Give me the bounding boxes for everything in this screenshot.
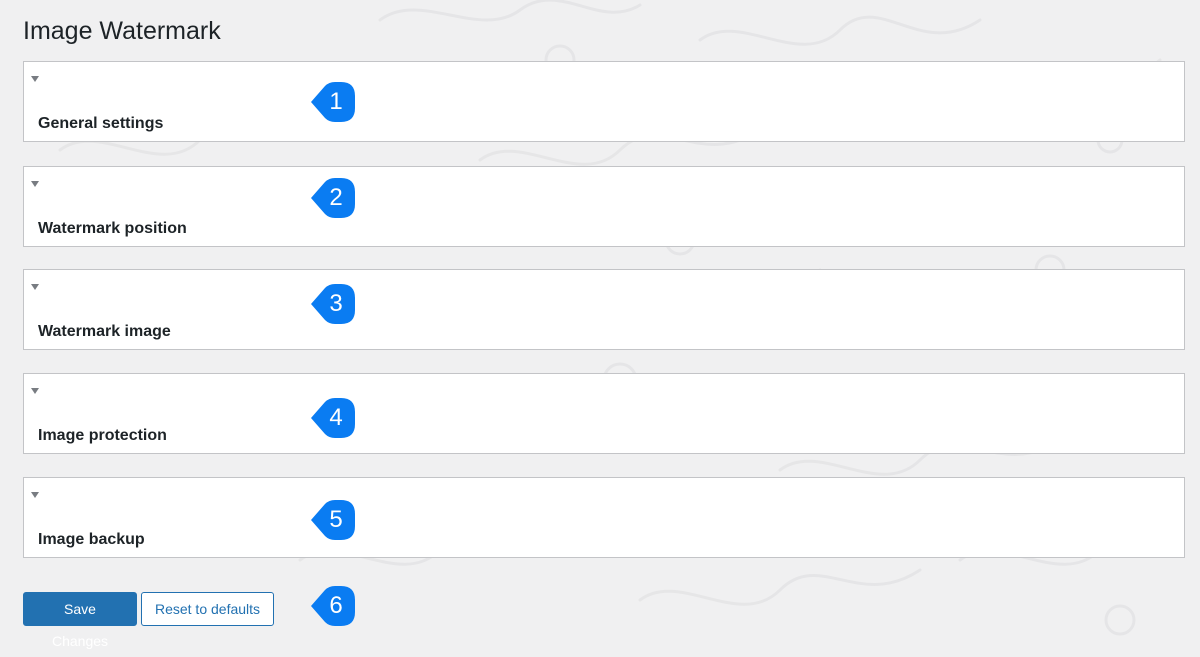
marker-badge-4: 4	[309, 398, 355, 438]
triangle-down-icon[interactable]	[31, 76, 39, 82]
badge-number: 5	[329, 506, 343, 533]
section-watermark-image: Watermark image	[23, 269, 1185, 350]
marker-badge-5: 5	[309, 500, 355, 540]
section-image-backup: Image backup	[23, 477, 1185, 558]
badge-number: 6	[329, 592, 343, 619]
badge-number: 4	[329, 404, 343, 431]
section-title[interactable]: Watermark position	[38, 219, 187, 239]
section-watermark-position: Watermark position	[23, 166, 1185, 247]
triangle-down-icon[interactable]	[31, 492, 39, 498]
section-title[interactable]: Image backup	[38, 530, 145, 550]
triangle-down-icon[interactable]	[31, 388, 39, 394]
badge-number: 3	[329, 290, 343, 317]
marker-badge-6: 6	[309, 586, 355, 626]
triangle-down-icon[interactable]	[31, 181, 39, 187]
marker-badge-2: 2	[309, 178, 355, 218]
marker-badge-1: 1	[309, 82, 355, 122]
section-image-protection: Image protection	[23, 373, 1185, 454]
reset-to-defaults-button[interactable]: Reset to defaults	[141, 592, 274, 626]
badge-number: 2	[329, 184, 343, 211]
section-title[interactable]: Image protection	[38, 426, 167, 446]
triangle-down-icon[interactable]	[31, 284, 39, 290]
section-title[interactable]: Watermark image	[38, 322, 171, 342]
save-changes-button[interactable]: Save Changes	[23, 592, 137, 649]
section-general-settings: General settings	[23, 61, 1185, 142]
badge-number: 1	[329, 88, 343, 115]
section-title[interactable]: General settings	[38, 114, 163, 134]
page-title: Image Watermark	[23, 17, 221, 45]
marker-badge-3: 3	[309, 284, 355, 324]
